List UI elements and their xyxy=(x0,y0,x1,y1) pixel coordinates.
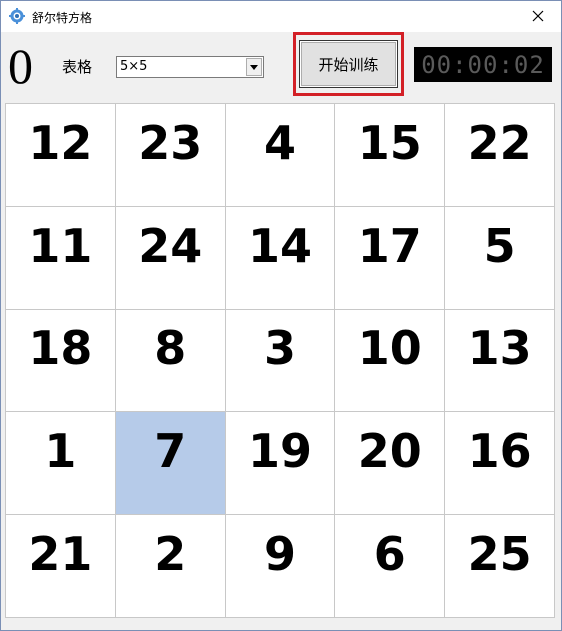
title-bar: 舒尔特方格 xyxy=(1,1,561,32)
grid-cell[interactable]: 5 xyxy=(445,206,555,310)
dropdown-arrow-icon[interactable] xyxy=(246,58,262,76)
grid-cell[interactable]: 9 xyxy=(225,515,336,618)
schulte-grid: 12 23 4 15 22 11 24 14 17 5 18 8 3 10 13 1 7 19 20 16 21 2 9 6 2… xyxy=(5,103,555,618)
grid-cell[interactable]: 11 xyxy=(6,206,116,310)
grid-cell[interactable]: 22 xyxy=(445,104,555,207)
start-training-button[interactable]: 开始训练 xyxy=(299,40,398,88)
grid-cell[interactable]: 17 xyxy=(335,206,446,310)
app-window: 舒尔特方格 0 表格 5×5 开始训练 00:00:02 12 23 4 15 22 11… xyxy=(0,0,562,631)
grid-cell[interactable]: 21 xyxy=(6,515,116,618)
timer-display: 00:00:02 xyxy=(414,47,552,82)
grid-cell[interactable]: 19 xyxy=(225,412,336,516)
grid-cell[interactable]: 10 xyxy=(335,309,446,413)
grid-cell[interactable]: 16 xyxy=(445,412,555,516)
grid-cell[interactable]: 14 xyxy=(225,206,336,310)
grid-cell[interactable]: 18 xyxy=(6,309,116,413)
grid-cell[interactable]: 8 xyxy=(115,309,226,413)
score-display: 0 xyxy=(8,38,33,94)
toolbar: 0 表格 5×5 开始训练 00:00:02 xyxy=(1,32,561,101)
app-gear-icon xyxy=(9,8,25,24)
grid-cell[interactable]: 7 xyxy=(115,412,226,516)
grid-cell[interactable]: 4 xyxy=(225,104,336,207)
table-size-label: 表格 xyxy=(62,58,93,76)
grid-cell[interactable]: 20 xyxy=(335,412,446,516)
window-title: 舒尔特方格 xyxy=(32,11,93,25)
close-icon xyxy=(532,7,544,26)
table-size-select[interactable]: 5×5 xyxy=(116,56,264,78)
grid-cell[interactable]: 24 xyxy=(115,206,226,310)
grid-cell[interactable]: 2 xyxy=(115,515,226,618)
grid-cell[interactable]: 6 xyxy=(335,515,446,618)
grid-cell[interactable]: 25 xyxy=(445,515,555,618)
grid-cell[interactable]: 1 xyxy=(6,412,116,516)
grid-cell[interactable]: 13 xyxy=(445,309,555,413)
table-size-value: 5×5 xyxy=(120,59,148,74)
grid-cell[interactable]: 15 xyxy=(335,104,446,207)
close-button[interactable] xyxy=(515,1,561,32)
grid-cell[interactable]: 12 xyxy=(6,104,116,207)
grid-cell[interactable]: 3 xyxy=(225,309,336,413)
grid-cell[interactable]: 23 xyxy=(115,104,226,207)
